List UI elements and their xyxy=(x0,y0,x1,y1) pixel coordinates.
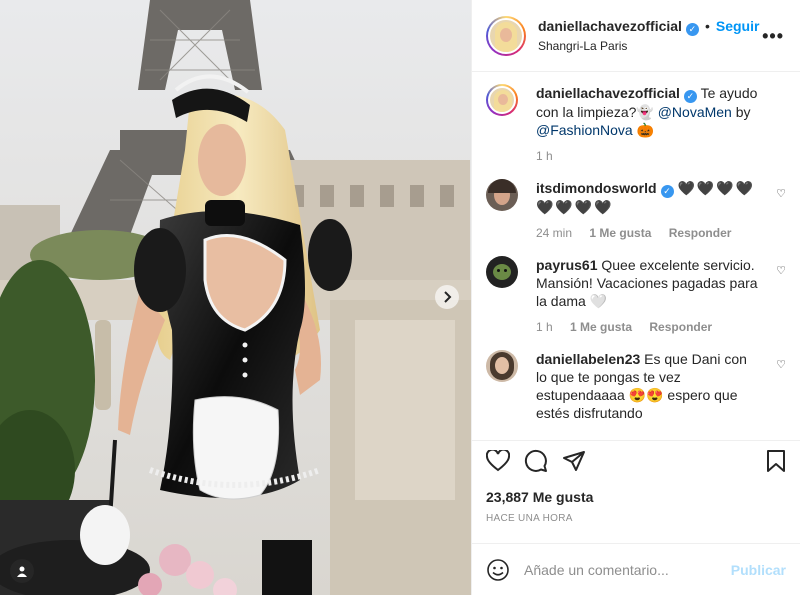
more-options-icon[interactable]: ••• xyxy=(762,26,784,47)
comment-input[interactable] xyxy=(524,561,723,578)
reply-button[interactable]: Responder xyxy=(649,320,712,334)
likes-count[interactable]: 23,887 Me gusta xyxy=(486,489,786,505)
verified-badge-icon: ✓ xyxy=(660,185,674,198)
chevron-right-icon xyxy=(444,291,452,303)
caption: daniellachavezofficial ✓ Te ayudo con la … xyxy=(486,84,786,165)
comment-composer: Publicar xyxy=(472,543,800,595)
comment-time[interactable]: 1 h xyxy=(536,320,553,334)
comment-username[interactable]: itsdimondosworld xyxy=(536,180,657,196)
next-photo-button[interactable] xyxy=(435,285,459,309)
verified-badge-icon: ✓ xyxy=(685,23,699,36)
post-actions: 23,887 Me gusta HACE UNA HORA xyxy=(472,440,800,524)
comment-username[interactable]: daniellabelen23 xyxy=(536,351,640,367)
post-image xyxy=(0,0,471,595)
caption-time[interactable]: 1 h xyxy=(536,149,553,163)
author-avatar[interactable] xyxy=(486,15,526,56)
pumpkin-emoji: 🎃 xyxy=(636,122,655,138)
heart-outline-icon[interactable] xyxy=(486,450,510,472)
comment-time[interactable]: 24 min xyxy=(536,226,572,240)
comment-item: payrus61 Quee excelente servicio. Mansió… xyxy=(486,256,786,336)
caption-username[interactable]: daniellachavezofficial xyxy=(536,85,680,101)
tagged-users-button[interactable] xyxy=(10,559,34,583)
comment-icon[interactable] xyxy=(524,449,548,473)
caption-by: by xyxy=(735,104,751,120)
post-timestamp[interactable]: HACE UNA HORA xyxy=(486,513,786,524)
post-location[interactable]: Shangri-La Paris xyxy=(538,39,759,53)
bookmark-icon[interactable] xyxy=(766,449,786,476)
reply-button[interactable]: Responder xyxy=(669,226,732,240)
comment-likes[interactable]: 1 Me gusta xyxy=(589,226,651,240)
comment-like-icon[interactable]: ♡ xyxy=(776,264,786,277)
follow-button[interactable]: Seguir xyxy=(716,18,760,34)
mention-novamen[interactable]: @NovaMen xyxy=(658,104,732,120)
publish-button[interactable]: Publicar xyxy=(731,562,786,578)
separator-dot: • xyxy=(704,18,710,34)
white-heart-emoji: 🤍 xyxy=(589,293,608,309)
verified-badge-icon: ✓ xyxy=(683,90,697,103)
post-details-panel: daniellachavezofficial ✓ • Seguir Shangri-L… xyxy=(471,0,800,595)
comment-item: itsdimondosworld ✓ 🖤🖤🖤🖤 🖤🖤🖤🖤 24 min 1 Me … xyxy=(486,179,786,242)
paper-plane-icon[interactable] xyxy=(562,449,586,473)
comment-like-icon[interactable]: ♡ xyxy=(776,187,786,200)
comments-list[interactable]: daniellachavezofficial ✓ Te ayudo con la … xyxy=(472,72,800,440)
comment-likes[interactable]: 1 Me gusta xyxy=(570,320,632,334)
commenter-avatar[interactable] xyxy=(486,256,518,288)
commenter-avatar[interactable] xyxy=(486,179,518,211)
ghost-emoji: 👻 xyxy=(636,104,654,120)
mention-fashionnova[interactable]: @FashionNova xyxy=(536,122,633,138)
author-username[interactable]: daniellachavezofficial xyxy=(538,18,682,34)
heart-eyes-emoji: 😍😍 xyxy=(628,387,664,403)
comment-like-icon[interactable]: ♡ xyxy=(776,358,786,371)
emoji-picker-icon[interactable] xyxy=(486,558,510,582)
post-header: daniellachavezofficial ✓ • Seguir Shangri-L… xyxy=(472,0,800,72)
comment-item: daniellabelen23 Es que Dani con lo que t… xyxy=(486,350,786,422)
commenter-avatar[interactable] xyxy=(486,350,518,382)
post-photo[interactable] xyxy=(0,0,471,595)
author-avatar[interactable] xyxy=(486,84,518,116)
comment-username[interactable]: payrus61 xyxy=(536,257,597,273)
user-icon xyxy=(17,566,27,577)
